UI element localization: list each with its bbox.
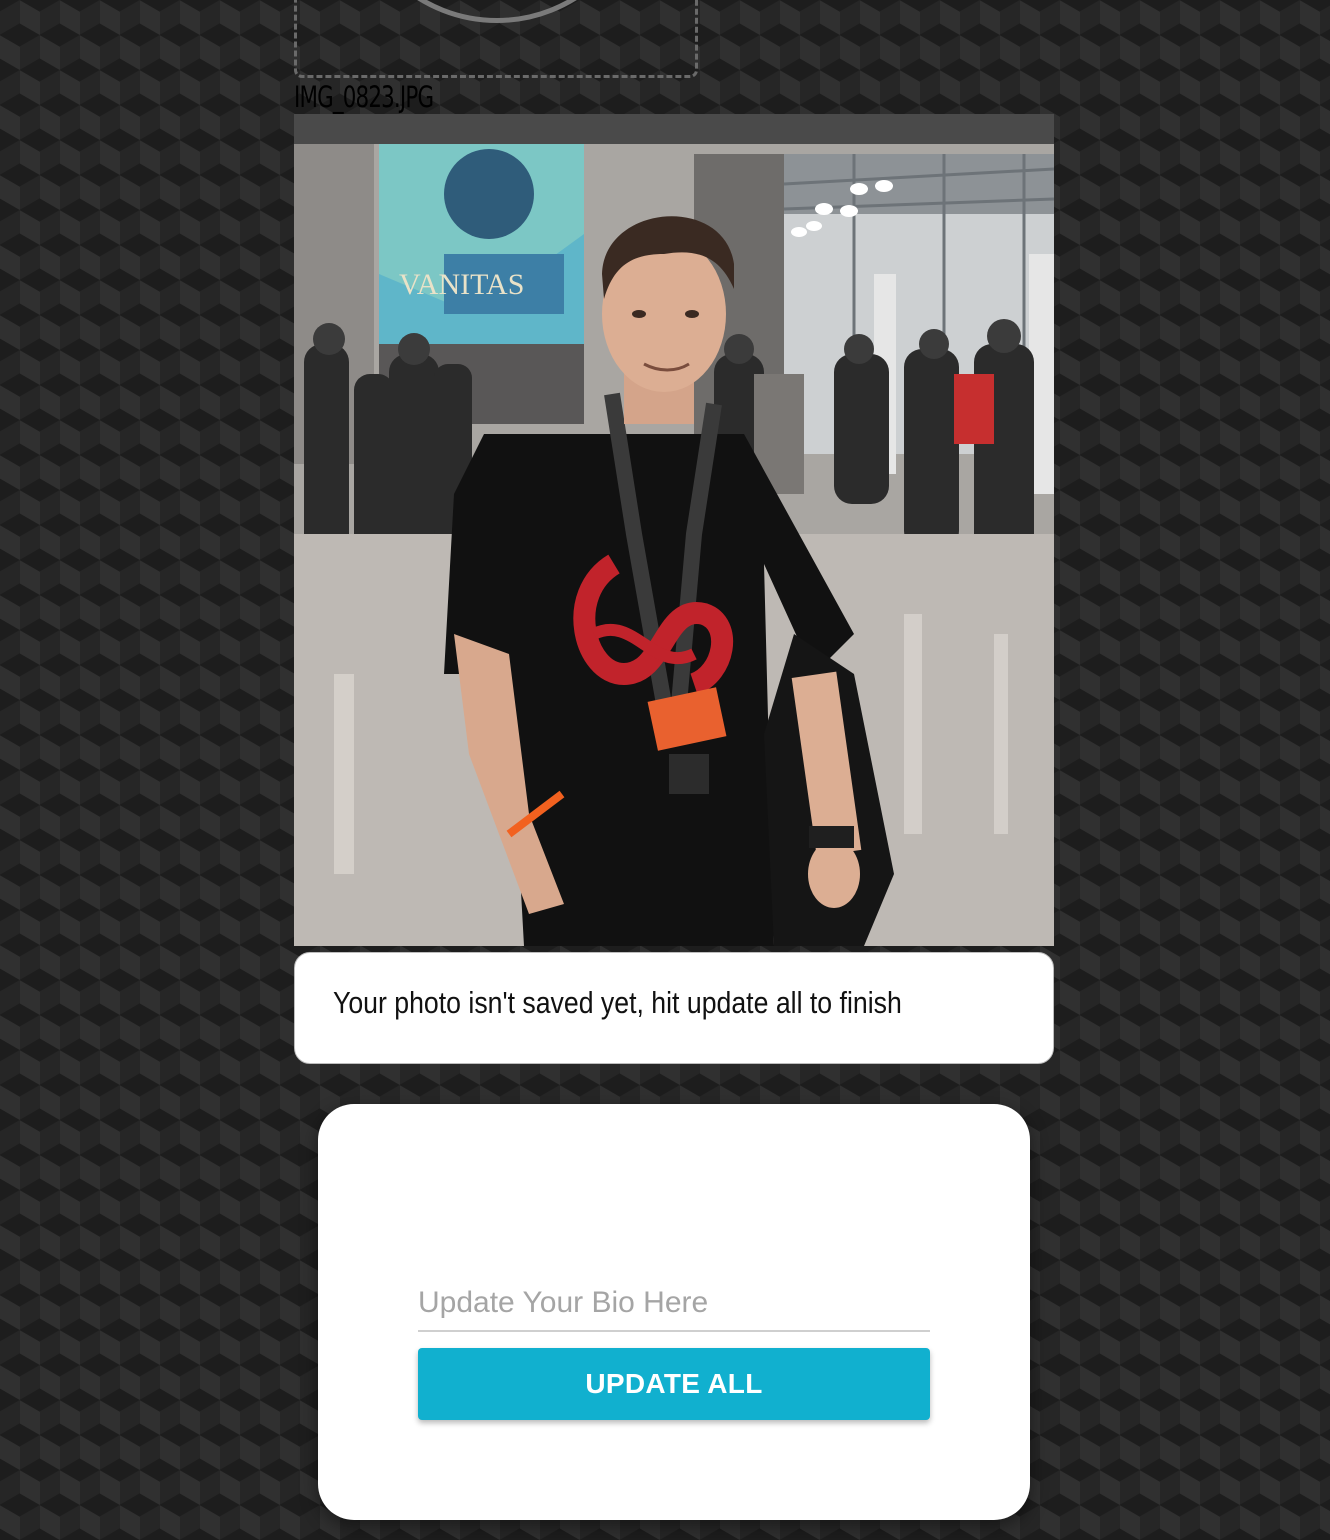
photo-upload-dropzone[interactable] — [294, 0, 698, 78]
bio-input[interactable] — [418, 1276, 930, 1332]
notice-message: Your photo isn't saved yet, hit update a… — [333, 985, 902, 1020]
uploaded-filename: IMG_0823.JPG — [294, 80, 434, 114]
svg-text:VANITAS: VANITAS — [399, 268, 524, 301]
avatar-placeholder-circle — [347, 0, 647, 23]
update-all-button[interactable]: UPDATE ALL — [418, 1348, 930, 1420]
profile-update-card: UPDATE ALL — [318, 1104, 1030, 1520]
photo-preview: VANITAS — [294, 114, 1054, 946]
unsaved-photo-notice: Your photo isn't saved yet, hit update a… — [294, 952, 1054, 1064]
